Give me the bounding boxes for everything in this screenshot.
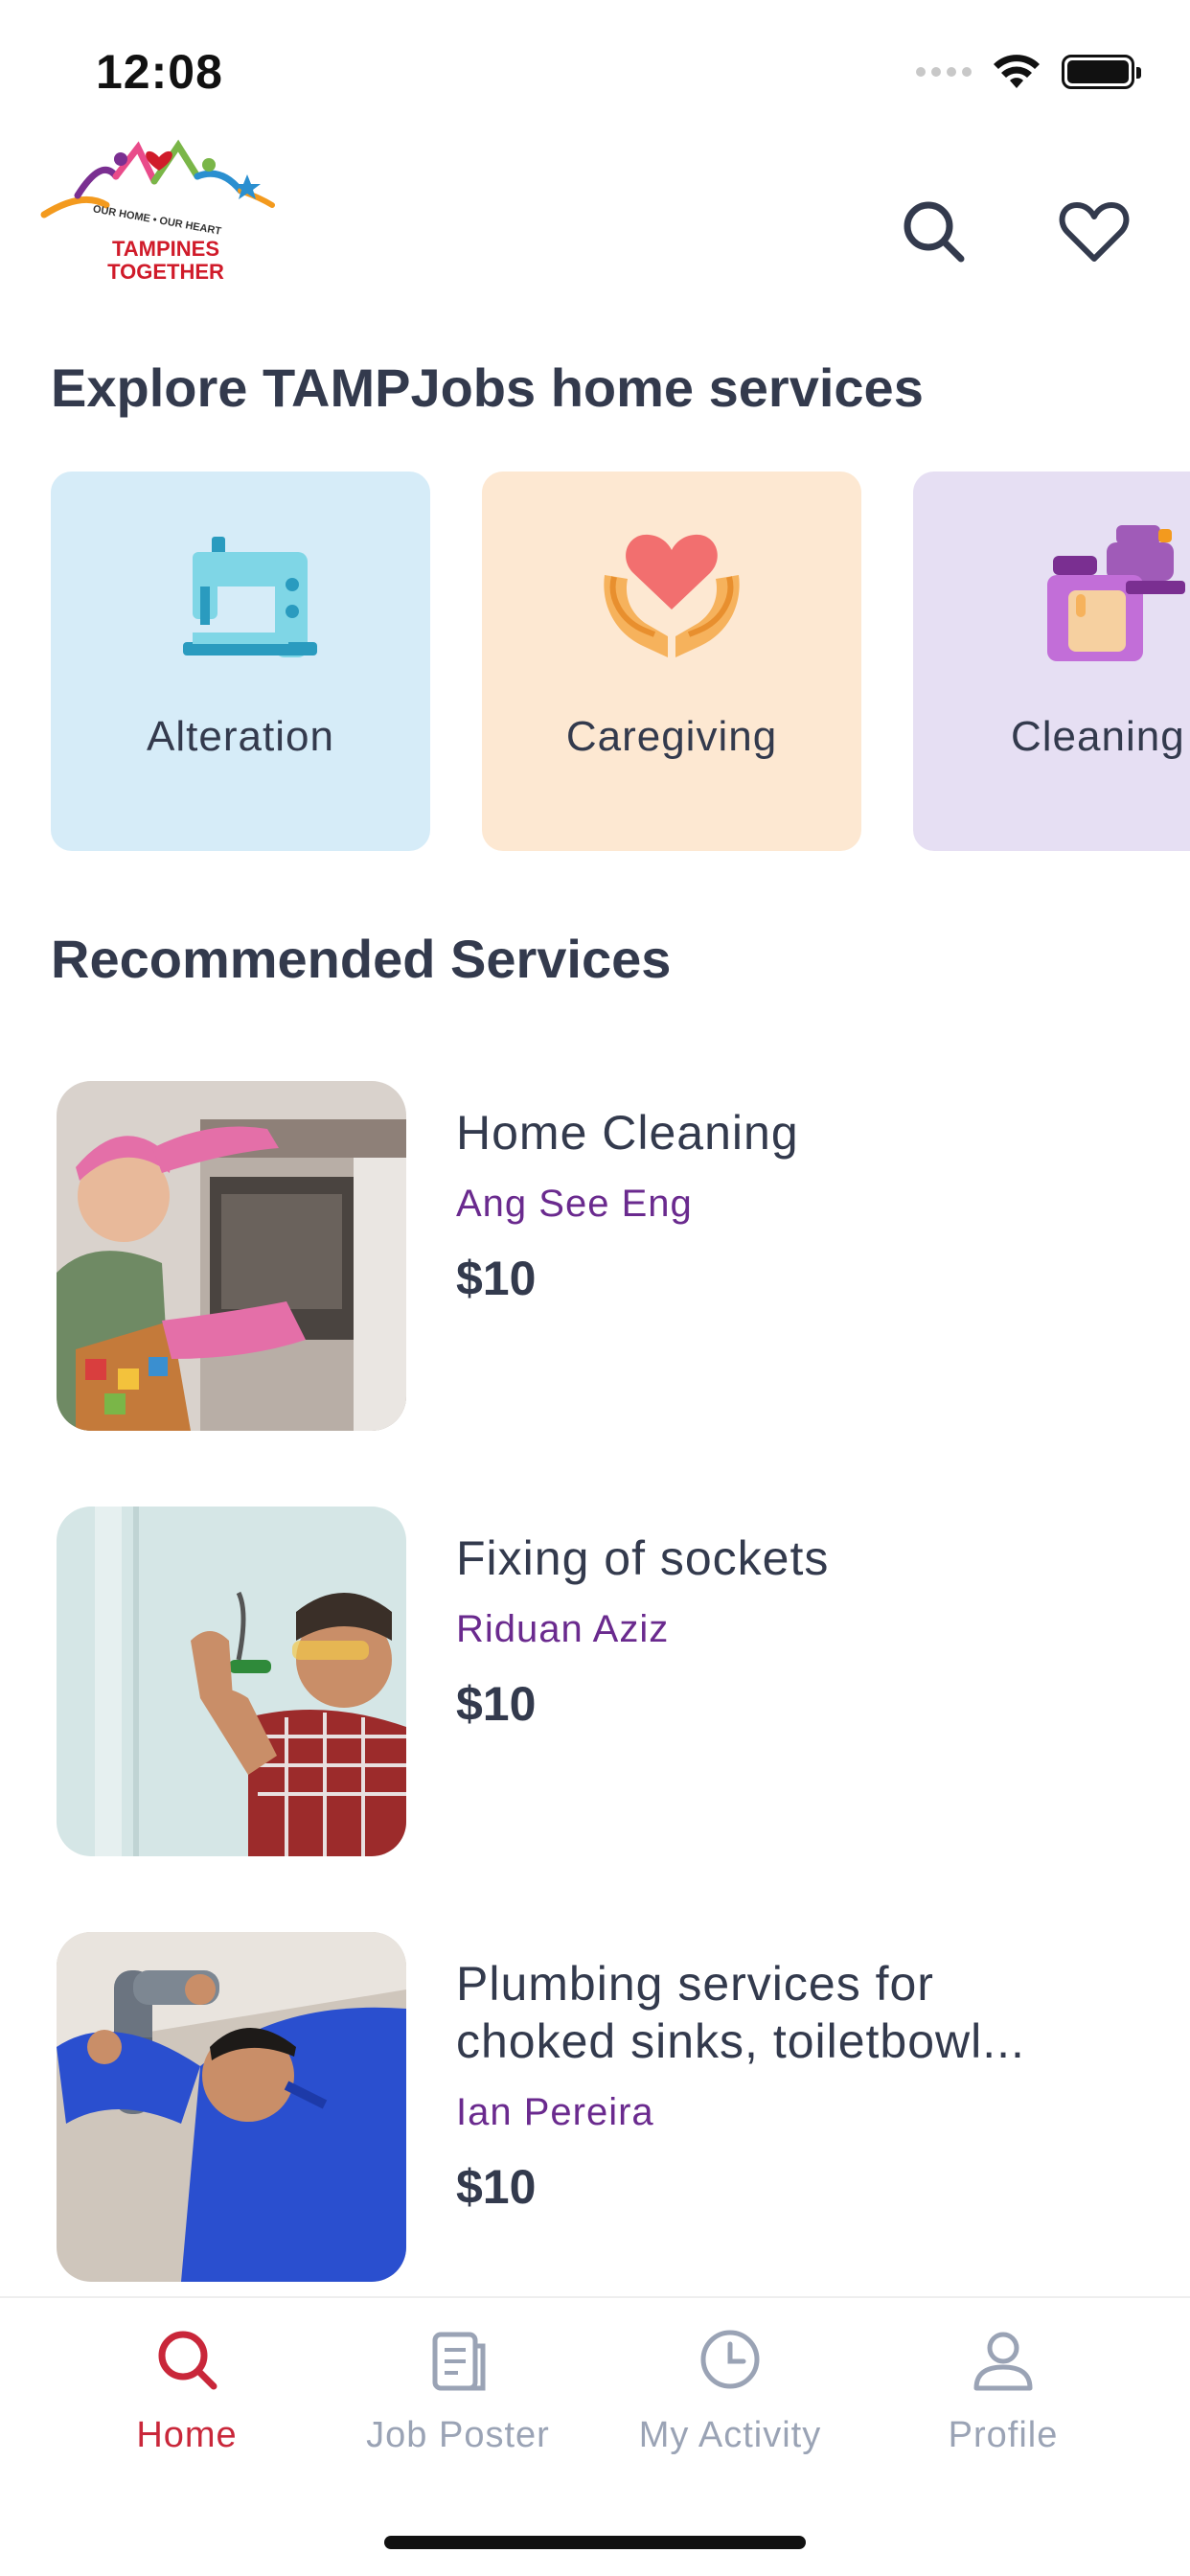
favorites-button[interactable] [1056, 194, 1133, 270]
category-card-caregiving[interactable]: Caregiving [482, 472, 861, 851]
service-title[interactable]: Plumbing services for choked sinks, toil… [456, 1955, 1108, 2070]
status-bar: 12:08 [0, 0, 1190, 134]
tab-profile[interactable]: Profile [883, 2321, 1123, 2456]
category-label: Cleaning [1011, 713, 1185, 760]
tab-my-activity[interactable]: My Activity [610, 2321, 850, 2456]
search-button[interactable] [896, 194, 973, 270]
search-icon [158, 2331, 217, 2390]
status-time: 12:08 [96, 45, 223, 99]
service-photo[interactable] [57, 1506, 406, 1856]
service-price: $10 [456, 1677, 537, 1731]
tab-job-poster[interactable]: Job Poster [338, 2321, 578, 2456]
service-info: Home Cleaning Ang See Eng $10 [456, 1104, 1108, 1306]
service-provider[interactable]: Ang See Eng [456, 1183, 1108, 1226]
document-icon [432, 2332, 486, 2391]
signal-icon [916, 67, 972, 77]
logo-name: TAMPINES TOGETHER [107, 237, 224, 284]
status-icons [916, 54, 1141, 90]
service-item-fixing-sockets[interactable]: Fixing of sockets Riduan Aziz $10 [0, 1506, 1190, 1856]
app-header: OUR HOME • OUR HEART TAMPINES TOGETHER [0, 134, 1190, 297]
service-info: Plumbing services for choked sinks, toil… [456, 1955, 1108, 2215]
category-card-cleaning[interactable]: Cleaning [913, 472, 1190, 851]
category-carousel[interactable]: Alteration Caregiving Cleaning [0, 472, 1190, 851]
tab-label: Profile [948, 2415, 1059, 2455]
service-provider[interactable]: Ian Pereira [456, 2091, 1108, 2134]
cleaning-supplies-icon [1047, 525, 1185, 661]
wifi-icon [994, 55, 1040, 88]
service-item-home-cleaning[interactable]: Home Cleaning Ang See Eng $10 [0, 1081, 1190, 1431]
service-item-plumbing[interactable]: Plumbing services for choked sinks, toil… [0, 1932, 1190, 2282]
tab-home[interactable]: Home [67, 2321, 307, 2456]
user-icon [973, 2332, 1033, 2391]
service-price: $10 [456, 1252, 537, 1305]
clock-icon [700, 2330, 760, 2389]
service-info: Fixing of sockets Riduan Aziz $10 [456, 1530, 1108, 1732]
service-price: $10 [456, 2160, 537, 2214]
sewing-machine-icon [183, 537, 317, 657]
heart-icon [1059, 202, 1130, 262]
tampines-together-logo: OUR HOME • OUR HEART TAMPINES TOGETHER [25, 138, 284, 284]
category-label: Caregiving [565, 713, 778, 760]
service-title[interactable]: Fixing of sockets [456, 1530, 1108, 1587]
recommended-title: Recommended Services [51, 929, 672, 989]
tab-label: Home [136, 2415, 238, 2455]
service-title[interactable]: Home Cleaning [456, 1104, 1108, 1162]
service-photo[interactable] [57, 1081, 406, 1431]
tab-label: My Activity [638, 2415, 822, 2455]
caring-hands-icon [604, 534, 740, 657]
home-indicator[interactable] [384, 2536, 806, 2549]
search-icon [904, 201, 965, 263]
explore-title: Explore TAMPJobs home services [51, 357, 924, 418]
bottom-tab-bar: Home Job Poster My Activity Profile [0, 2296, 1190, 2576]
tab-label: Job Poster [366, 2415, 550, 2455]
category-label: Alteration [147, 713, 334, 760]
service-photo[interactable] [57, 1932, 406, 2282]
battery-icon [1062, 55, 1141, 89]
service-provider[interactable]: Riduan Aziz [456, 1608, 1108, 1651]
category-card-alteration[interactable]: Alteration [51, 472, 430, 851]
